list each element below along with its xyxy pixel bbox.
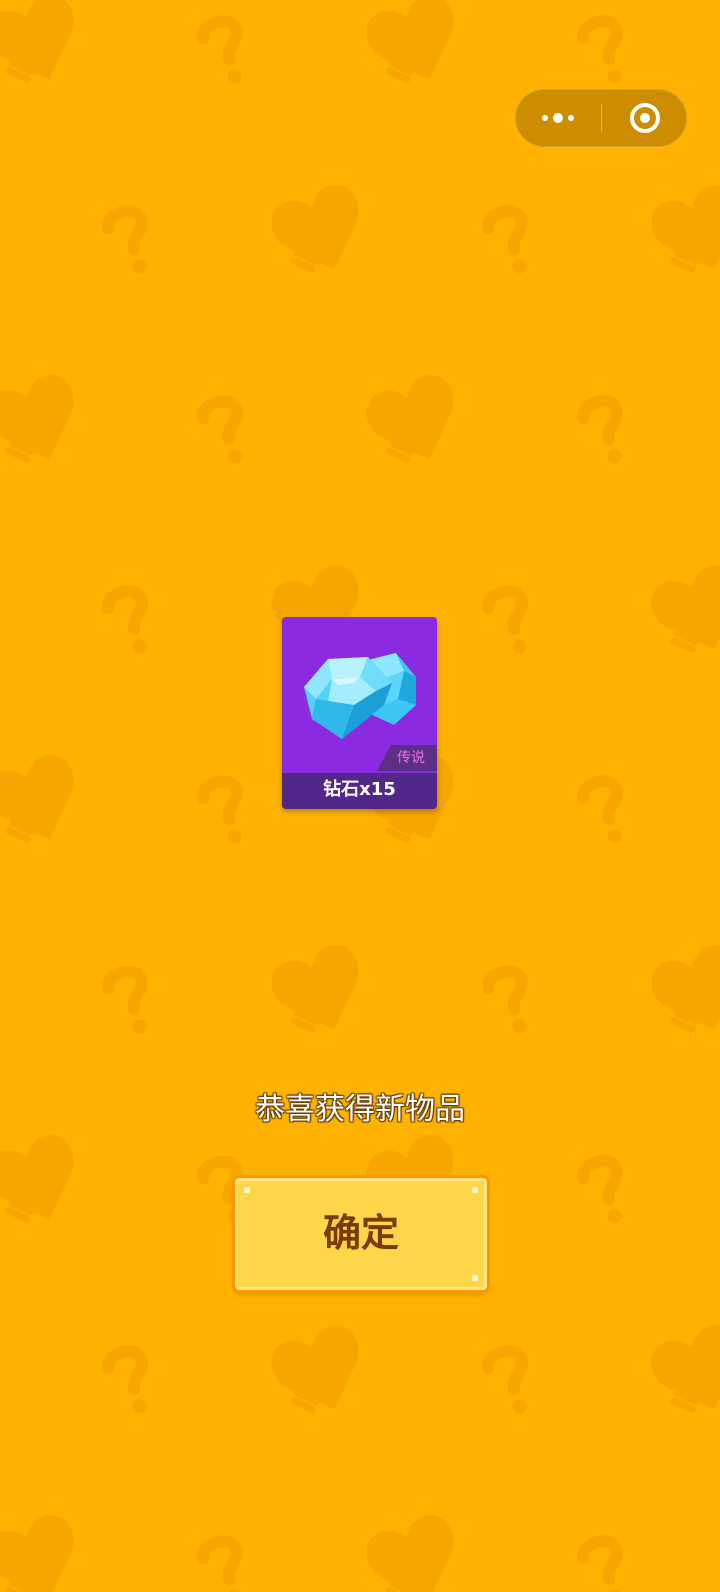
pattern-question-icon [577, 775, 623, 844]
item-name-label: 钻石x15 [282, 773, 437, 809]
pattern-question-icon [197, 395, 243, 464]
pattern-heart-icon [366, 1515, 454, 1592]
reward-item-card: 传说 钻石x15 [282, 617, 437, 809]
button-corner-highlight [472, 1275, 478, 1281]
target-close-icon [629, 103, 660, 133]
pattern-question-icon [482, 1345, 528, 1414]
pattern-question-icon [197, 15, 243, 84]
more-button[interactable] [515, 89, 601, 147]
mini-program-capsule [515, 89, 687, 147]
pattern-heart-icon [0, 755, 74, 843]
button-corner-highlight [472, 1187, 478, 1193]
rarity-badge: 传说 [377, 745, 437, 771]
pattern-heart-icon [651, 565, 720, 653]
pattern-question-icon [577, 1535, 623, 1592]
pattern-question-icon [482, 585, 528, 654]
pattern-heart-icon [0, 375, 74, 463]
pattern-heart-icon [366, 375, 454, 463]
pattern-heart-icon [271, 185, 359, 273]
pattern-heart-icon [651, 1325, 720, 1413]
diamond-icon [304, 653, 416, 739]
pattern-heart-icon [0, 0, 74, 83]
pattern-heart-icon [271, 1325, 359, 1413]
pattern-question-icon [197, 775, 243, 844]
pattern-question-icon [577, 395, 623, 464]
pattern-question-icon [577, 15, 623, 84]
pattern-question-icon [102, 205, 148, 274]
pattern-question-icon [577, 1155, 623, 1224]
pattern-question-icon [482, 205, 528, 274]
pattern-heart-icon [366, 0, 454, 83]
pattern-question-icon [482, 965, 528, 1034]
more-dots-icon [542, 113, 574, 123]
button-corner-highlight [244, 1187, 250, 1193]
pattern-heart-icon [651, 185, 720, 273]
pattern-question-icon [102, 965, 148, 1034]
pattern-question-icon [102, 585, 148, 654]
congrats-message: 恭喜获得新物品 [255, 1092, 465, 1127]
confirm-button[interactable]: 确定 [235, 1178, 487, 1290]
confirm-button-label: 确定 [322, 1211, 399, 1255]
pattern-heart-icon [271, 945, 359, 1033]
pattern-heart-icon [651, 945, 720, 1033]
pattern-heart-icon [0, 1135, 74, 1223]
pattern-question-icon [197, 1535, 243, 1592]
pattern-heart-icon [0, 1515, 74, 1592]
pattern-question-icon [102, 1345, 148, 1414]
close-button[interactable] [602, 89, 687, 147]
